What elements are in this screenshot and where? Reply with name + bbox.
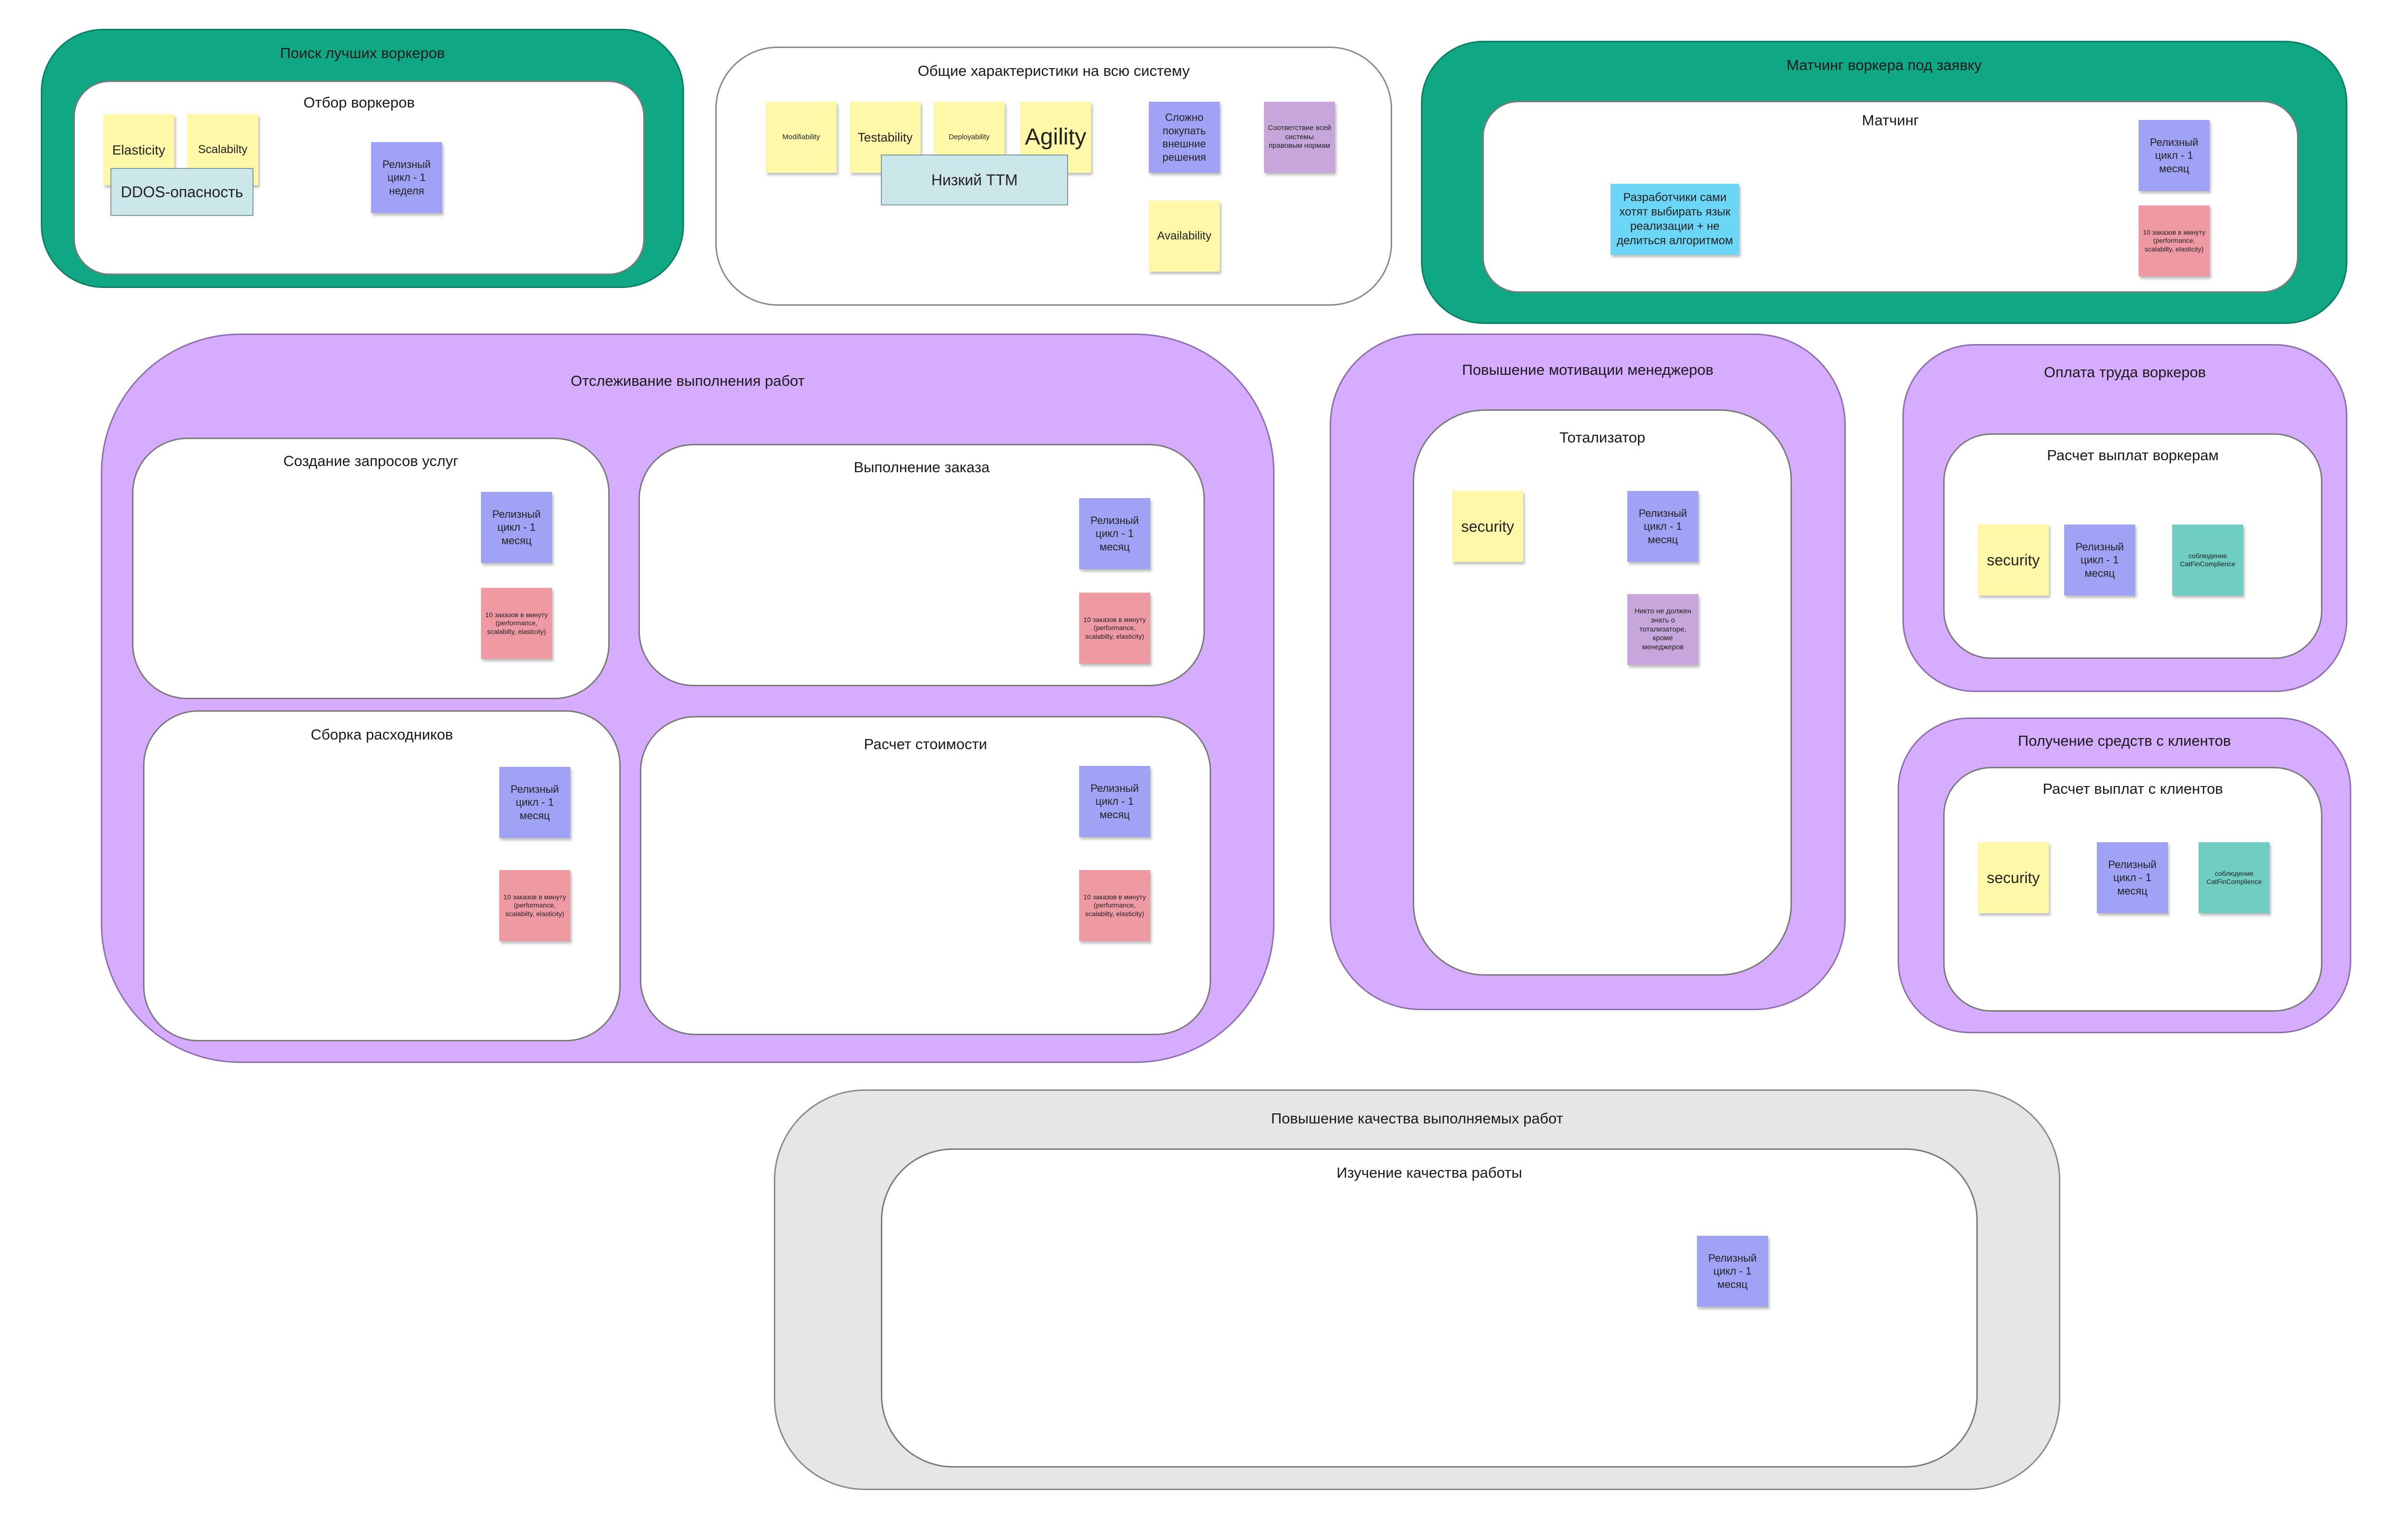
sticky-tot-release[interactable]: Релизный цикл - 1 месяц bbox=[1627, 491, 1698, 562]
sticky-create-orders[interactable]: 10 заказов в минуту (performance, scalab… bbox=[481, 588, 552, 659]
zone-manager-motivation-title: Повышение мотивации менеджеров bbox=[1462, 361, 1714, 378]
sticky-client-security[interactable]: security bbox=[1978, 842, 2049, 913]
label-low-ttm[interactable]: Низкий TTM bbox=[881, 155, 1068, 205]
sticky-cost-release[interactable]: Релизный цикл - 1 месяц bbox=[1079, 766, 1150, 837]
sticky-exec-orders[interactable]: 10 заказов в минуту (performance, scalab… bbox=[1079, 593, 1150, 664]
zone-create-requests-title: Создание запросов услуг bbox=[283, 453, 458, 469]
zone-general-title: Общие характеристики на всю систему bbox=[917, 62, 1190, 79]
sticky-payouts-compliance[interactable]: соблюдение CatFinComplience bbox=[2172, 525, 2243, 596]
sticky-modifiability[interactable]: Modifiability bbox=[766, 102, 837, 173]
zone-totalizator-title: Тотализатор bbox=[1559, 429, 1646, 446]
sticky-matching-release[interactable]: Релизный цикл - 1 месяц bbox=[2139, 120, 2210, 191]
sticky-exec-release[interactable]: Релизный цикл - 1 месяц bbox=[1079, 498, 1150, 569]
sticky-release-week[interactable]: Релизный цикл - 1 неделя bbox=[371, 142, 442, 213]
sticky-legal[interactable]: Соответствие всей системы правовым норма… bbox=[1264, 102, 1335, 173]
sticky-hard-buy[interactable]: Сложно покупать внешние решения bbox=[1149, 102, 1220, 173]
sticky-devs-choose[interactable]: Разработчики сами хотят выбирать язык ре… bbox=[1611, 184, 1739, 255]
zone-quality-study[interactable]: Изучение качества работы bbox=[881, 1148, 1978, 1468]
zone-worker-payouts-title: Расчет выплат воркерам bbox=[2047, 447, 2219, 464]
sticky-quality-release[interactable]: Релизный цикл - 1 месяц bbox=[1697, 1236, 1768, 1307]
zone-quality-up-title: Повышение качества выполняемых работ bbox=[1271, 1110, 1563, 1127]
sticky-client-compliance[interactable]: соблюдение CatFinComplience bbox=[2199, 842, 2270, 913]
zone-create-requests[interactable]: Создание запросов услуг bbox=[132, 438, 610, 699]
sticky-matching-orders[interactable]: 10 заказов в минуту (performance, scalab… bbox=[2139, 205, 2210, 276]
zone-cost-calc-title: Расчет стоимости bbox=[864, 736, 987, 752]
zone-tracking-title: Отслеживание выполнения работ bbox=[570, 372, 805, 389]
zone-matching-title: Матчинг воркера под заявку bbox=[1786, 57, 1982, 73]
sticky-availability[interactable]: Availability bbox=[1149, 201, 1220, 272]
zone-search-workers-title: Поиск лучших воркеров bbox=[280, 45, 445, 61]
sticky-payouts-release[interactable]: Релизный цикл - 1 месяц bbox=[2064, 525, 2135, 596]
sticky-create-release[interactable]: Релизный цикл - 1 месяц bbox=[481, 492, 552, 563]
zone-quality-study-title: Изучение качества работы bbox=[1336, 1164, 1522, 1181]
zone-client-funds-title: Получение средств с клиентов bbox=[2018, 732, 2231, 749]
sticky-consumables-release[interactable]: Релизный цикл - 1 месяц bbox=[499, 767, 570, 838]
sticky-cost-orders[interactable]: 10 заказов в минуту (performance, scalab… bbox=[1079, 870, 1150, 941]
label-ddos[interactable]: DDOS-опасность bbox=[110, 168, 253, 216]
zone-quality-up[interactable]: Повышение качества выполняемых работ Изу… bbox=[774, 1089, 2060, 1490]
zone-worker-payment[interactable]: Оплата труда воркеров Расчет выплат ворк… bbox=[1902, 344, 2347, 692]
zone-worker-payment-title: Оплата труда воркеров bbox=[2044, 364, 2206, 381]
sticky-payouts-security[interactable]: security bbox=[1978, 525, 2049, 596]
zone-manager-motivation[interactable]: Повышение мотивации менеджеров Тотализат… bbox=[1330, 334, 1846, 1010]
sticky-client-release[interactable]: Релизный цикл - 1 месяц bbox=[2097, 842, 2168, 913]
zone-selection-title: Отбор воркеров bbox=[303, 94, 415, 111]
sticky-tot-security[interactable]: security bbox=[1452, 491, 1523, 562]
sticky-consumables-orders[interactable]: 10 заказов в минуту (performance, scalab… bbox=[499, 870, 570, 941]
sticky-nobody-knows[interactable]: Никто не должен знать о тотализаторе, кр… bbox=[1627, 594, 1698, 665]
zone-client-payouts-title: Расчет выплат с клиентов bbox=[2043, 780, 2223, 797]
zone-order-exec-title: Выполнение заказа bbox=[854, 459, 990, 476]
zone-consumables-title: Сборка расходников bbox=[311, 726, 453, 743]
